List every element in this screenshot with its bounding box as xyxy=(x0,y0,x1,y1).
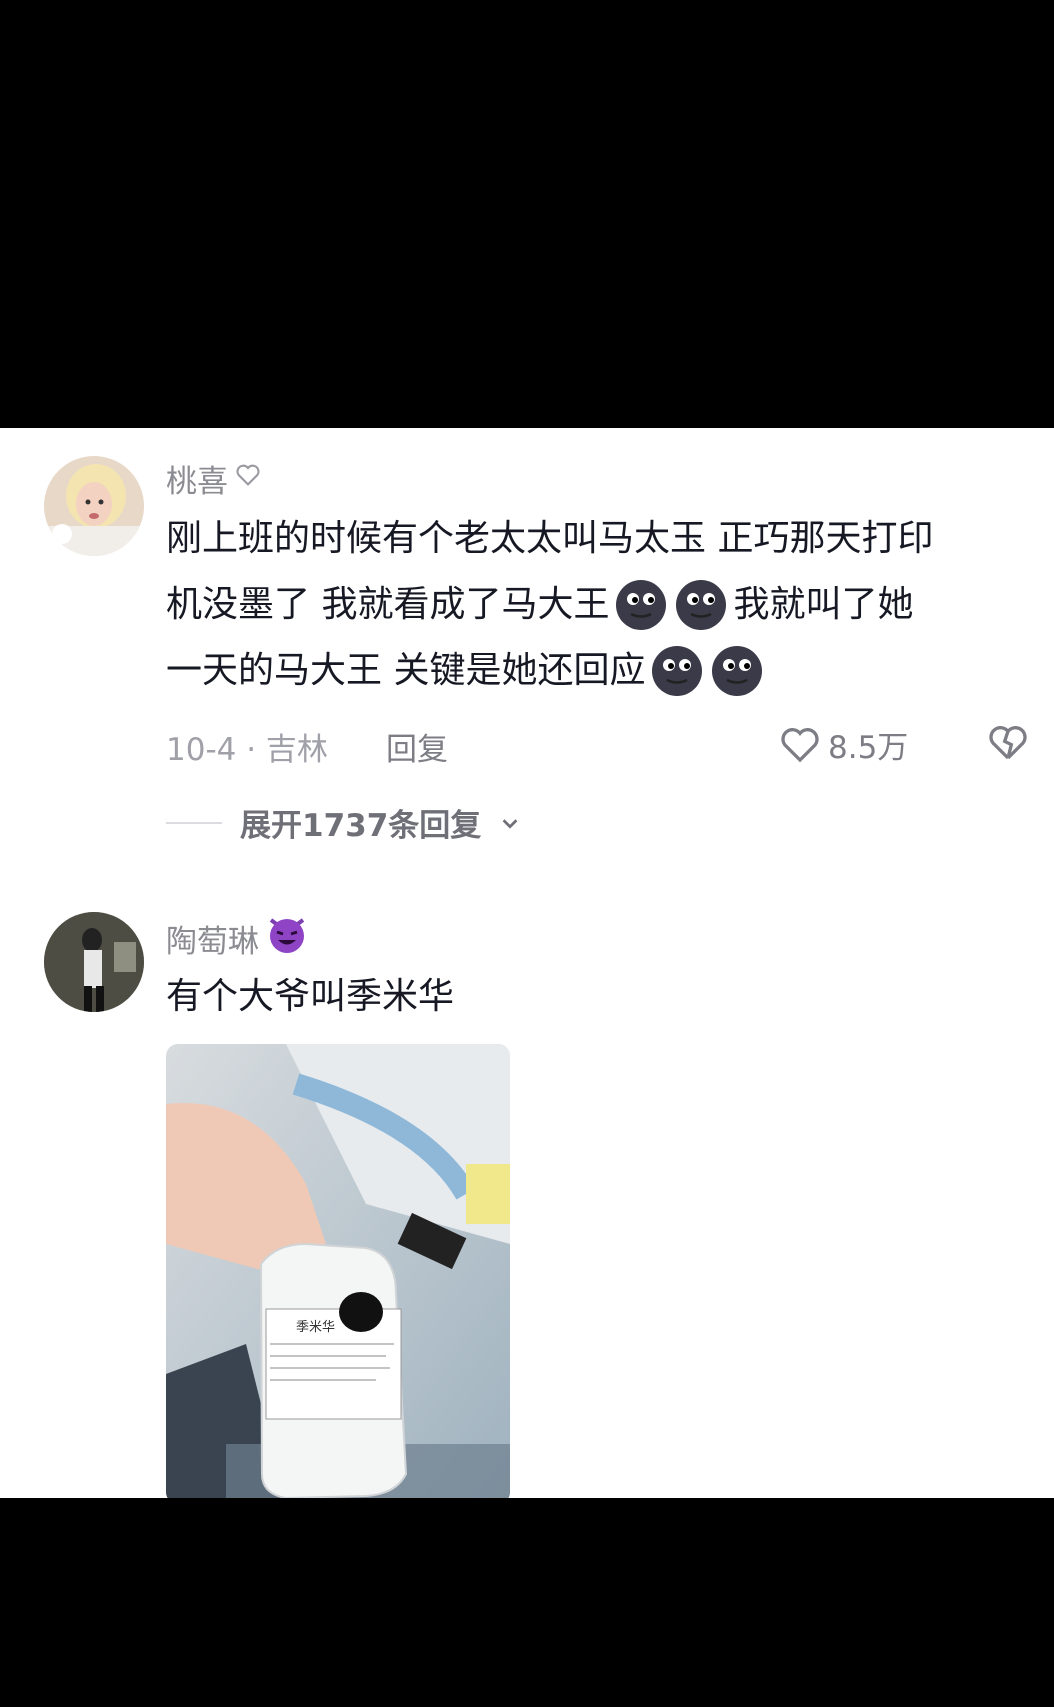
comment-image[interactable]: 季米华 xyxy=(166,1044,510,1498)
comment-line: 一天的马大王 关键是她还回应 xyxy=(166,638,1036,704)
reply-button[interactable]: 回复 xyxy=(386,724,448,769)
username[interactable]: 陶萄琳 xyxy=(166,912,309,964)
emoji-group xyxy=(615,579,727,631)
image-label: 季米华 xyxy=(296,1319,335,1334)
like-button[interactable]: 8.5万 xyxy=(780,722,908,767)
heart-badge-icon xyxy=(234,461,262,497)
chevron-down-icon xyxy=(502,818,518,829)
dark-moon-face-icon xyxy=(616,580,667,630)
expand-replies-button[interactable]: 展开1737条回复 xyxy=(166,800,521,845)
divider-line xyxy=(166,821,222,824)
username[interactable]: 桃喜 xyxy=(166,456,262,501)
comment-line: 有个大爷叫季米华 xyxy=(166,976,455,1017)
comment-date-location: 10-4 · 吉林 xyxy=(166,732,328,768)
username-text: 桃喜 xyxy=(166,464,228,500)
comment-body: 有个大爷叫季米华 xyxy=(166,964,454,1030)
dark-moon-face-icon xyxy=(652,646,703,696)
username-text: 陶萄琳 xyxy=(166,923,259,960)
dark-moon-face-icon xyxy=(676,580,727,630)
bottom-black-bar xyxy=(0,1498,1054,1707)
avatar[interactable] xyxy=(44,912,144,1012)
like-count: 8.5万 xyxy=(828,730,909,766)
comment-line: 刚上班的时候有个老太太叫马太玉 正巧那天打印 xyxy=(166,506,1036,572)
comment-body: 刚上班的时候有个老太太叫马太玉 正巧那天打印 机没墨了 我就看成了马大王 我就叫… xyxy=(166,506,1036,704)
emoji-group xyxy=(651,645,763,697)
comment-text-segment: 一天的马大王 关键是她还回应 xyxy=(166,650,646,691)
comment-text-segment: 我就叫了她 xyxy=(733,584,914,625)
broken-heart-icon xyxy=(989,726,1027,760)
avatar[interactable] xyxy=(44,456,144,556)
top-black-bar xyxy=(0,0,1054,428)
comment-text-segment: 刚上班的时候有个老太太叫马太玉 正巧那天打印 xyxy=(166,518,934,559)
dark-moon-face-icon xyxy=(712,646,763,696)
comment-text-segment: 机没墨了 我就看成了马大王 xyxy=(166,584,610,625)
smiling-devil-icon xyxy=(265,912,309,964)
dislike-button[interactable] xyxy=(988,724,1028,766)
expand-replies-label: 展开1737条回复 xyxy=(240,808,482,844)
comment-list: 桃喜 刚上班的时候有个老太太叫马太玉 正巧那天打印 机没墨了 我就看成了马大王 … xyxy=(0,428,1054,1498)
comment-line: 机没墨了 我就看成了马大王 我就叫了她 xyxy=(166,572,1036,638)
heart-outline-icon xyxy=(781,727,819,762)
